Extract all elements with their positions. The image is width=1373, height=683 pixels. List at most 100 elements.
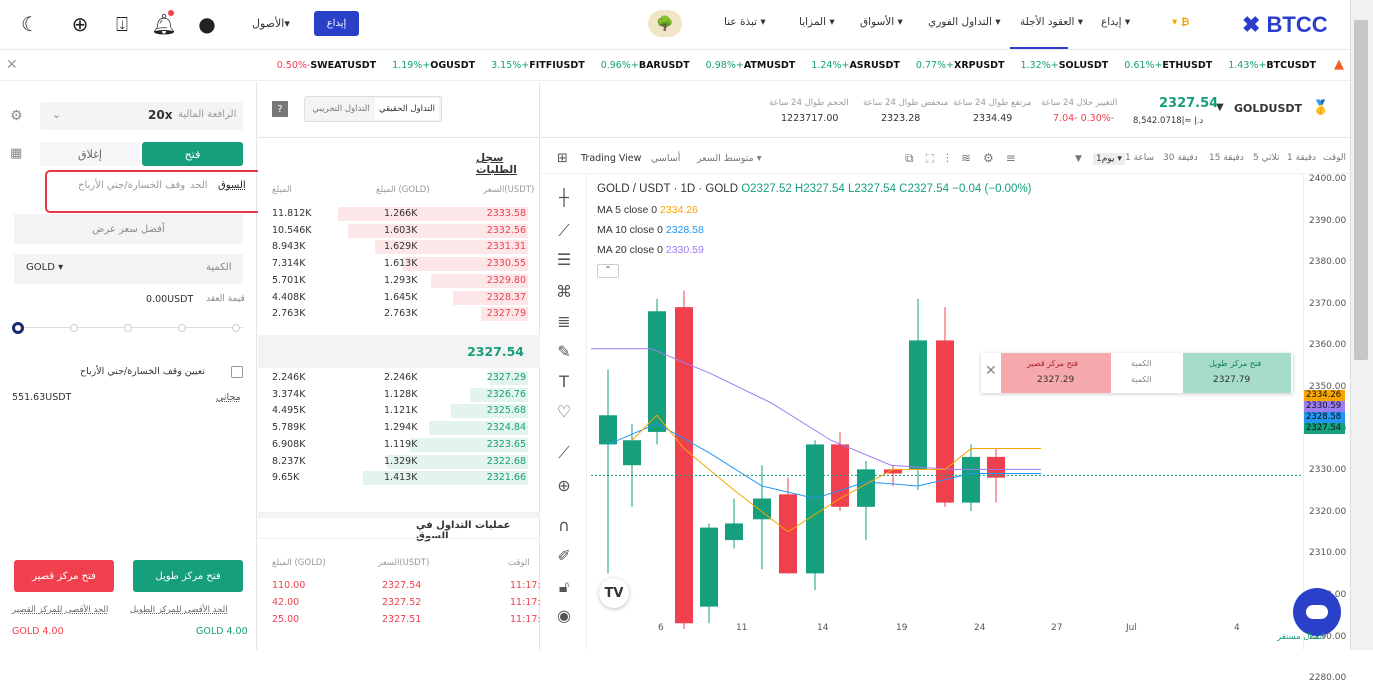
layout-icon[interactable]: ⊞ (557, 151, 568, 166)
ticker-item[interactable]: 0.96%+BARUSDT (598, 60, 694, 71)
order-type-market[interactable]: السوق (218, 180, 246, 191)
ticker-item[interactable]: 0.98%+ATMUSDT (703, 60, 800, 71)
pattern-icon[interactable]: ⌘ (553, 280, 575, 302)
ask-row[interactable]: 2333.58 1.266K 11.812K (258, 206, 540, 222)
scroll-thumb[interactable] (1354, 20, 1368, 360)
close-icon[interactable]: ✕ (6, 57, 18, 73)
interval-1d[interactable]: 1يوم ▾ (1093, 153, 1125, 165)
candlestick-chart[interactable] (591, 174, 1304, 629)
interval-1h[interactable]: 1 ساعة (1125, 153, 1154, 163)
chevron-down-icon[interactable]: ▼ (1075, 154, 1082, 164)
close-icon[interactable]: ✕ (985, 363, 997, 379)
ticker-item[interactable]: 0.61%+ETHUSDT (1121, 60, 1216, 71)
ask-row[interactable]: 2328.37 1.645K 4.408K (258, 290, 540, 306)
download-icon[interactable]: ⍗ (110, 12, 134, 36)
nav-markets[interactable]: الأسواق ▾ (860, 16, 903, 28)
eye-icon[interactable]: ◉ (553, 604, 575, 626)
mode-real-button[interactable]: التداول الحقيقي (375, 98, 439, 120)
promo-avatar-icon[interactable]: 🌳 (648, 10, 682, 37)
ticker-item[interactable]: 1.43%+BTCUSDT (1225, 60, 1320, 71)
interval-15m[interactable]: 15 دقيقة (1209, 153, 1244, 163)
tab-basic[interactable]: أساسي (651, 153, 680, 164)
text-icon[interactable]: T (553, 370, 575, 392)
ask-row[interactable]: 2331.31 1.629K 8.943K (258, 239, 540, 255)
ticker-item[interactable]: 3.15%+FITFIUSDT (488, 60, 589, 71)
bid-row[interactable]: 2325.68 1.121K 4.495K (258, 403, 540, 419)
chat-support-icon[interactable] (1293, 588, 1341, 636)
ruler-icon[interactable]: ⟋ (553, 442, 575, 464)
order-type-limit[interactable]: الحد (190, 180, 208, 191)
page-scrollbar[interactable] (1350, 0, 1373, 650)
ask-row[interactable]: 2332.56 1.603K 10.546K (258, 223, 540, 239)
open-tab[interactable]: فتح (142, 142, 243, 166)
tab-tradingview[interactable]: Trading View (581, 153, 641, 164)
calculator-icon[interactable]: ▦ (10, 146, 22, 161)
globe-icon[interactable]: ⊕ (68, 12, 92, 36)
brush-icon[interactable]: ✎ (553, 340, 575, 362)
leverage-selector[interactable]: ⌄ 20x الرافعة المالية (40, 102, 243, 130)
close-tab[interactable]: إغلاق (40, 142, 140, 166)
bid-row[interactable]: 2327.29 2.246K 2.246K (258, 370, 540, 386)
lock-drawing-icon[interactable]: ✐ (553, 544, 575, 566)
mode-demo-button[interactable]: التداول التجريبي (309, 98, 373, 120)
dark-mode-icon[interactable]: ☾ (18, 12, 42, 36)
ask-row[interactable]: 2329.80 1.293K 5.701K (258, 273, 540, 289)
account-icon[interactable]: ● (195, 12, 219, 36)
unlock-icon[interactable]: 🔓︎ (553, 576, 575, 598)
tradingview-logo-icon[interactable]: TV (599, 578, 629, 608)
slider-handle[interactable] (12, 322, 24, 334)
ticker-item[interactable]: 1.32%+SOLUSDT (1018, 60, 1113, 71)
assets-menu[interactable]: الأصول▾ (252, 17, 290, 30)
bid-row[interactable]: 2324.84 1.294K 5.789K (258, 420, 540, 436)
zoom-in-icon[interactable]: ⊕ (553, 474, 575, 496)
magnet-icon[interactable]: ∩ (553, 514, 575, 536)
crosshair-icon[interactable]: ┼ (553, 186, 575, 208)
deposit-button[interactable]: إيداع (314, 11, 359, 36)
slider-step[interactable] (178, 324, 186, 332)
interval-time[interactable]: الوقت (1323, 153, 1346, 163)
quick-qty-input[interactable]: الكمية (1131, 375, 1151, 384)
nav-spot[interactable]: التداول الفوري ▾ (928, 16, 1001, 28)
nav-futures[interactable]: العقود الأجلة ▾ (1020, 16, 1083, 28)
trend-line-icon[interactable]: ⟋ (553, 220, 575, 242)
quantity-field[interactable]: GOLD ▾ الكمية (14, 254, 243, 284)
bell-icon[interactable]: 🔔︎ (151, 10, 177, 36)
settings-icon[interactable]: ⚙ (10, 108, 23, 124)
slider-step[interactable] (70, 324, 78, 332)
order-type-sltp[interactable]: وقف الخسارة/جني الأرباح (78, 180, 185, 191)
best-price-field[interactable]: أفضل سعر عرض (14, 214, 243, 244)
ticker-item[interactable]: 1.19%+OGUSDT (389, 60, 479, 71)
ask-row[interactable]: 2330.55 1.613K 7.314K (258, 256, 540, 272)
tab-mark-price[interactable]: متوسط السعر ▾ (697, 153, 762, 164)
slider-step[interactable] (232, 324, 240, 332)
open-long-button[interactable]: فتح مركز طويل (133, 560, 243, 592)
btcc-logo[interactable]: ✖ BTCC (1242, 12, 1328, 38)
nav-bitcoin[interactable]: ▾ ₿ (1172, 16, 1189, 28)
slider-step[interactable] (124, 324, 132, 332)
heart-icon[interactable]: ♡ (553, 400, 575, 422)
help-icon[interactable]: ? (272, 101, 288, 117)
horizontal-lines-icon[interactable]: ☰ (553, 248, 575, 270)
nav-deposit[interactable]: إيداع ▾ (1101, 16, 1130, 28)
bid-row[interactable]: 2326.76 1.128K 3.374K (258, 387, 540, 403)
ticker-item[interactable]: 1.24%+ASRUSDT (808, 60, 904, 71)
bid-row[interactable]: 2322.68 1.329K 8.237K (258, 454, 540, 470)
chart-tools-icons[interactable]: ⧉⛶⫶≋⚙≡ (905, 151, 1028, 166)
open-short-button[interactable]: فتح مركز قصير (14, 560, 114, 592)
quick-short-button[interactable]: فتح مركز قصير 2327.29 (1001, 353, 1111, 393)
nav-about[interactable]: تبذة عنا ▾ (724, 16, 766, 28)
symbol-selector[interactable]: 🥇 GOLDUSDT ▼ (1216, 96, 1336, 122)
sltp-checkbox[interactable] (231, 366, 243, 378)
bid-row[interactable]: 2321.66 1.413K 9.65K (258, 470, 540, 486)
interval-5m[interactable]: 5 ثلاثي (1253, 153, 1279, 163)
fib-icon[interactable]: ≣ (553, 310, 575, 332)
nav-features[interactable]: المزايا ▾ (799, 16, 835, 28)
bid-row[interactable]: 2323.65 1.119K 6.908K (258, 437, 540, 453)
ob-total: 2.763K (272, 308, 306, 320)
quick-long-button[interactable]: فتح مركز طويل 2327.79 (1183, 353, 1291, 393)
ticker-item[interactable]: 0.77%+XRPUSDT (913, 60, 1009, 71)
ticker-item[interactable]: 0.50%-SWEATUSDT (274, 60, 380, 71)
ask-row[interactable]: 2327.79 2.763K 2.763K (258, 306, 540, 322)
interval-1m[interactable]: 1 دقيقة (1287, 153, 1316, 163)
interval-30m[interactable]: 30 دقيقة (1163, 153, 1198, 163)
